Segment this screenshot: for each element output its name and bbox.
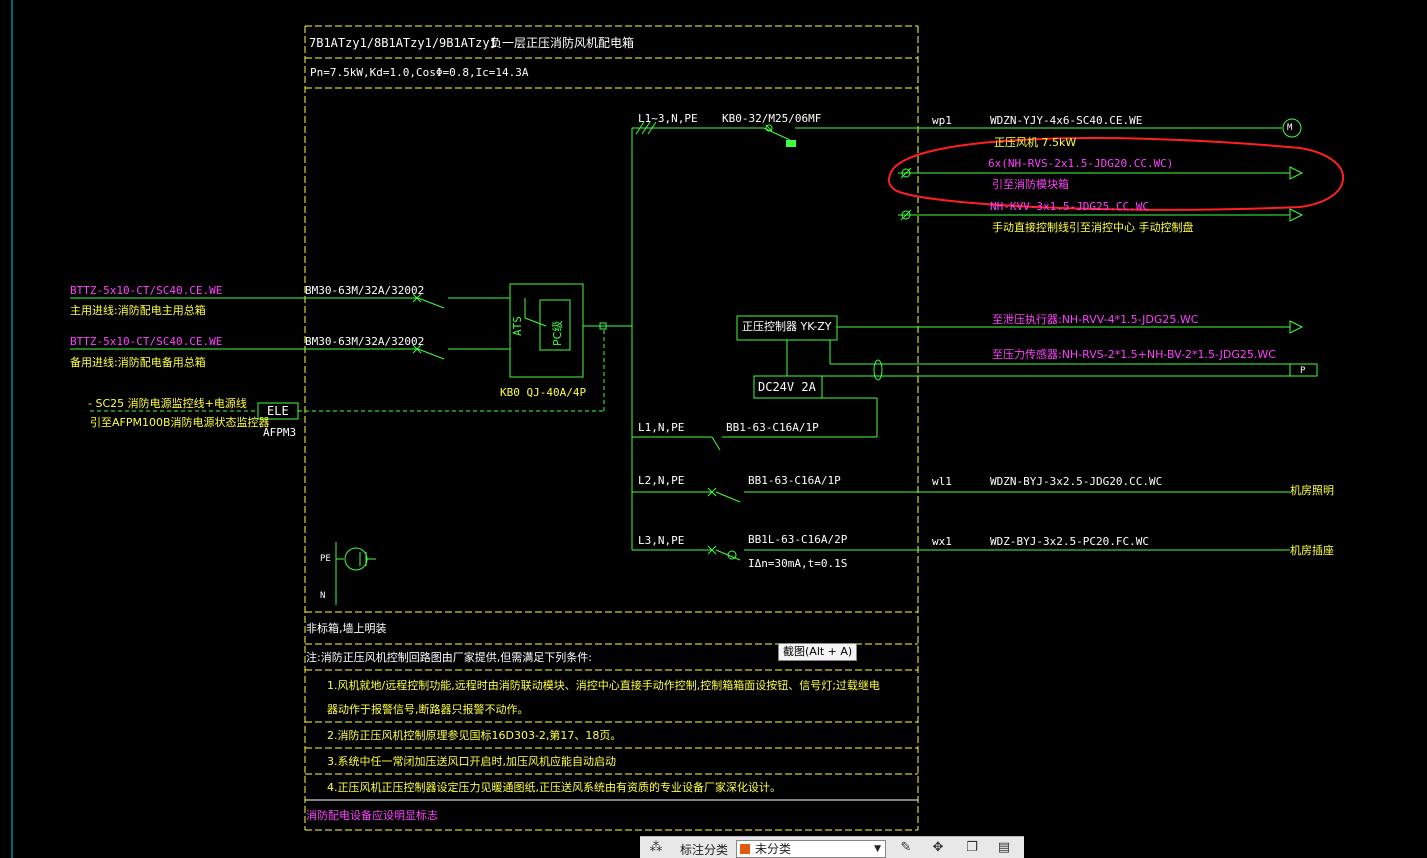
- c1-breaker: BB1-63-C16A/1P: [726, 421, 819, 434]
- notes-item4: 4.正压风机正压控制器设定压力见暖通图纸,正压送风系统由有资质的专业设备厂家深化…: [327, 781, 781, 794]
- panel-params: Pn=7.5kW,Kd=1.0,CosΦ=0.8,Ic=14.3A: [310, 66, 529, 79]
- backup-desc: 备用进线:消防配电备用总箱: [70, 356, 206, 369]
- c3-bus: L3,N,PE: [638, 534, 685, 547]
- pc-label: PC级: [551, 320, 564, 346]
- c3-breaker: BB1L-63-C16A/2P: [748, 533, 848, 546]
- main-desc: 主用进线:消防配电主用总箱: [70, 304, 206, 317]
- backup-breaker: BM30-63M/32A/32002: [305, 335, 425, 348]
- panel-title-codes: 7B1ATzy1/8B1ATzy1/9B1ATzy1: [309, 36, 497, 50]
- notes-item1b: 器动作于报警信号,断路器只报警不动作。: [327, 703, 529, 716]
- category-color-swatch: [740, 844, 750, 854]
- panel-title-name: 负一层正压消防风机配电箱: [490, 36, 635, 50]
- cad-drawing-canvas[interactable]: { "panel": { "title_codes": "7B1ATzy1/8B…: [0, 0, 1427, 858]
- ctrl2-desc: 手动直接控制线引至消控中心 手动控制盘: [992, 221, 1194, 234]
- category-select[interactable]: 未分类 ▼: [736, 840, 886, 858]
- ats-model: KB0 QJ-40A/4P: [500, 386, 587, 399]
- wl1-cable: WDZN-BYJ-3x2.5-JDG20.CC.WC: [990, 475, 1163, 488]
- main-cable: BTTZ-5x10-CT/SC40.CE.WE: [70, 284, 223, 297]
- schematic-linework: [11, 0, 1345, 858]
- c2-breaker: BB1-63-C16A/1P: [748, 474, 841, 487]
- annotation-toolbar: ⁂ 标注分类 未分类 ▼ ✎ ✥ ❐ ▤: [640, 836, 1024, 858]
- notes-header: 非标箱,墙上明装: [306, 622, 387, 635]
- wl1-load: 机房照明: [1290, 484, 1334, 497]
- controller-out1: 至泄压执行器:NH-RVV-4*1.5-JDG25.WC: [992, 313, 1199, 326]
- pe-label: PE: [320, 554, 331, 564]
- notes-item3: 3.系统中任一常闭加压送风口开启时,加压风机应能自动启动: [327, 755, 616, 768]
- n-label: N: [320, 591, 326, 601]
- paste-icon[interactable]: ▤: [996, 840, 1012, 856]
- category-label: 标注分类: [680, 843, 729, 857]
- dc-label: DC24V 2A: [758, 380, 816, 394]
- edit-icon[interactable]: ✎: [898, 840, 914, 856]
- wx1-id: wx1: [932, 535, 952, 548]
- filter-icon[interactable]: ⁂: [648, 840, 664, 856]
- ctrl1-desc: 引至消防模块箱: [992, 178, 1069, 191]
- motor-symbol: M: [1287, 123, 1293, 133]
- move-icon[interactable]: ✥: [930, 840, 946, 856]
- chevron-down-icon: ▼: [874, 844, 881, 854]
- category-value: 未分类: [755, 842, 792, 856]
- c3-rcd: IΔn=30mA,t=0.1S: [748, 557, 848, 570]
- monitor-line1: - SC25 消防电源监控线+电源线: [88, 397, 247, 410]
- ele-label: ELE: [267, 404, 289, 418]
- afpm-label: AFPM3: [263, 426, 297, 439]
- notes-item1a: 1.风机就地/远程控制功能,远程时由消防联动模块、消控中心直接手动作控制,控制箱…: [327, 679, 880, 692]
- ctrl1-cable: 6x(NH-RVS-2x1.5-JDG20.CC.WC): [988, 157, 1174, 170]
- controller-label: 正压控制器 YK-ZY: [742, 320, 832, 333]
- wp1-id: wp1: [932, 114, 952, 127]
- c2-bus: L2,N,PE: [638, 474, 685, 487]
- top-breaker: KB0-32/M25/06MF: [722, 112, 822, 125]
- ctrl2-cable: NH-KVV-3x1.5-JDG25.CC.WC: [990, 200, 1149, 213]
- notes-item2: 2.消防正压风机控制原理参见国标16D303-2,第17、18页。: [327, 729, 622, 742]
- wp1-load: 正压风机 7.5kW: [994, 136, 1077, 149]
- backup-cable: BTTZ-5x10-CT/SC40.CE.WE: [70, 335, 223, 348]
- notes-intro: 注:消防正压风机控制回路图由厂家提供,但需满足下列条件:: [306, 651, 592, 664]
- notes-footer: 消防配电设备应设明显标志: [306, 809, 438, 822]
- monitor-line2: 引至AFPM100B消防电源状态监控器: [90, 416, 270, 429]
- copy-icon[interactable]: ❐: [964, 840, 980, 856]
- controller-out2: 至压力传感器:NH-RVS-2*1.5+NH-BV-2*1.5-JDG25.WC: [992, 348, 1276, 361]
- p-label: P: [1300, 366, 1306, 376]
- screenshot-tooltip: 截图(Alt + A): [778, 643, 858, 661]
- wp1-cable: WDZN-YJY-4x6-SC40.CE.WE: [990, 114, 1143, 127]
- wl1-id: wl1: [932, 475, 952, 488]
- wx1-load: 机房插座: [1290, 544, 1334, 557]
- main-bus-label: L1~3,N,PE: [638, 112, 698, 125]
- breaker-indicator: [786, 140, 796, 147]
- c1-bus: L1,N,PE: [638, 421, 685, 434]
- ats-label: ATS: [511, 316, 524, 336]
- main-breaker: BM30-63M/32A/32002: [305, 284, 425, 297]
- wx1-cable: WDZ-BYJ-3x2.5-PC20.FC.WC: [990, 535, 1149, 548]
